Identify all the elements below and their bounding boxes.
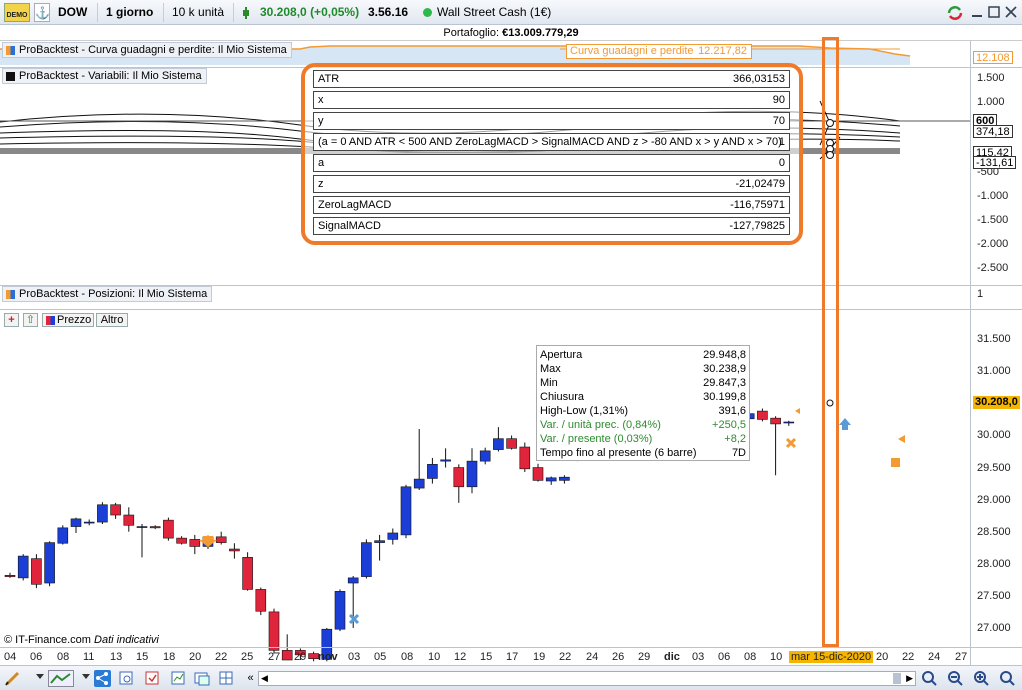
x-axis-tick: 11 bbox=[83, 651, 95, 663]
indicator-dropdown-icon[interactable] bbox=[77, 670, 90, 687]
chart-icon[interactable] bbox=[170, 670, 187, 687]
var-marker-4 bbox=[826, 151, 834, 159]
x-axis-tick: 22 bbox=[902, 651, 915, 663]
x-axis-tick: 18 bbox=[163, 651, 176, 663]
screener-icon[interactable] bbox=[118, 670, 135, 687]
horizontal-scrollbar[interactable]: ◀ ▶ bbox=[258, 671, 916, 686]
draw-pencil-icon[interactable] bbox=[4, 670, 21, 687]
x-axis-tick: 10 bbox=[428, 651, 441, 663]
zoom-in-icon[interactable] bbox=[973, 670, 990, 687]
close-icon[interactable] bbox=[1004, 5, 1018, 19]
x-axis-tick: 24 bbox=[928, 651, 941, 663]
zoom-reset-icon[interactable] bbox=[999, 670, 1016, 687]
x-axis-tick: 12 bbox=[454, 651, 467, 663]
x-axis-tick: 29 bbox=[294, 651, 307, 663]
x-axis-tick: 06 bbox=[718, 651, 731, 663]
exit-cross-icon bbox=[348, 613, 360, 625]
layout-icon[interactable] bbox=[218, 670, 235, 687]
variables-y-tick: -2.000 bbox=[977, 238, 1009, 250]
x-axis-tick: 19 bbox=[533, 651, 546, 663]
scroll-right-icon[interactable]: ▶ bbox=[906, 672, 913, 685]
zoom-area-icon[interactable] bbox=[921, 670, 938, 687]
x-axis-tick: 08 bbox=[57, 651, 70, 663]
bottom-toolbar: « ◀ ▶ bbox=[0, 665, 1022, 690]
small-triangle-icon bbox=[795, 408, 800, 414]
share-icon[interactable] bbox=[94, 670, 111, 687]
alert-icon[interactable] bbox=[144, 670, 161, 687]
x-axis-tick: 22 bbox=[559, 651, 572, 663]
last-price-tag: 30.208,0 bbox=[973, 396, 1020, 409]
scroll-thumb[interactable] bbox=[893, 673, 901, 684]
price-y-tick: 27.500 bbox=[977, 589, 1011, 602]
minimize-icon[interactable] bbox=[970, 5, 984, 19]
price-y-tick: 29.500 bbox=[977, 461, 1011, 474]
price-y-tick: 30.000 bbox=[977, 429, 1011, 442]
equity-scale-tag: 12.108 bbox=[973, 51, 1013, 64]
x-axis-tick: 15 bbox=[136, 651, 149, 663]
cursor-marker bbox=[826, 399, 834, 407]
positions-scale-value: 1 bbox=[977, 288, 984, 300]
variables-y-tick: 1.000 bbox=[977, 96, 1005, 108]
x-axis-tick: 03 bbox=[348, 651, 361, 663]
copyright: © IT-Finance.com Dati indicativi bbox=[4, 634, 159, 646]
trade-markers bbox=[199, 119, 905, 625]
x-axis-tick: 20 bbox=[876, 651, 889, 663]
price-y-tick: 28.000 bbox=[977, 557, 1011, 570]
window-icon[interactable] bbox=[194, 670, 211, 687]
x-axis-tick: nov bbox=[318, 651, 338, 663]
x-axis-tick: mar 15-dic-2020 bbox=[789, 651, 874, 663]
var-tag-131: -131,61 bbox=[973, 156, 1017, 169]
x-axis-tick: 05 bbox=[374, 651, 387, 663]
stop-square-icon bbox=[891, 458, 900, 467]
x-axis-tick: 25 bbox=[241, 651, 254, 663]
x-axis-tick: dic bbox=[664, 651, 680, 663]
price-scale-border bbox=[970, 41, 971, 665]
x-axis-tick: 24 bbox=[586, 651, 599, 663]
scroll-left-icon[interactable]: ◀ bbox=[261, 672, 268, 685]
var-marker-1 bbox=[826, 119, 834, 127]
x-axis-tick: 27 bbox=[268, 651, 281, 663]
buy-arrow-icon bbox=[839, 418, 851, 430]
x-axis-tick: 06 bbox=[30, 651, 43, 663]
indicator-icon[interactable] bbox=[48, 670, 74, 687]
variables-y-tick: -2.500 bbox=[977, 262, 1009, 274]
maximize-icon[interactable] bbox=[987, 5, 1001, 19]
x-axis-tick: 20 bbox=[189, 651, 202, 663]
x-axis-tick: 08 bbox=[744, 651, 757, 663]
x-axis-tick: 04 bbox=[4, 651, 17, 663]
variables-y-tick: -1.500 bbox=[977, 214, 1009, 226]
disclaimer-text: Dati indicativi bbox=[94, 634, 159, 646]
target-triangle-icon bbox=[898, 435, 905, 443]
draw-dropdown-icon[interactable] bbox=[31, 670, 44, 687]
price-y-tick: 31.500 bbox=[977, 333, 1011, 346]
x-axis-tick: 22 bbox=[215, 651, 228, 663]
price-y-tick: 28.500 bbox=[977, 525, 1011, 538]
x-axis-tick: 13 bbox=[110, 651, 123, 663]
variables-y-tick: -1.000 bbox=[977, 190, 1009, 202]
x-axis-tick: 27 bbox=[955, 651, 968, 663]
x-axis-tick: 15 bbox=[480, 651, 493, 663]
x-axis-tick: 03 bbox=[692, 651, 705, 663]
price-y-tick: 31.000 bbox=[977, 365, 1011, 378]
price-y-tick: 27.000 bbox=[977, 621, 1011, 634]
x-axis-tick: 08 bbox=[401, 651, 414, 663]
x-axis-tick: 29 bbox=[638, 651, 651, 663]
x-axis-tick: 26 bbox=[612, 651, 625, 663]
sell-arrow-icon bbox=[199, 536, 217, 547]
copyright-text: © IT-Finance.com bbox=[4, 634, 91, 646]
variables-y-tick: 1.500 bbox=[977, 72, 1005, 84]
x-axis-tick: 10 bbox=[770, 651, 783, 663]
scroll-left-fast-icon[interactable]: « bbox=[242, 670, 259, 687]
x-axis-tick: 17 bbox=[506, 651, 519, 663]
price-y-tick: 29.000 bbox=[977, 493, 1011, 506]
var-tag-374: 374,18 bbox=[973, 125, 1013, 138]
exit-cross-icon-2 bbox=[785, 437, 797, 449]
zoom-out-icon[interactable] bbox=[947, 670, 964, 687]
